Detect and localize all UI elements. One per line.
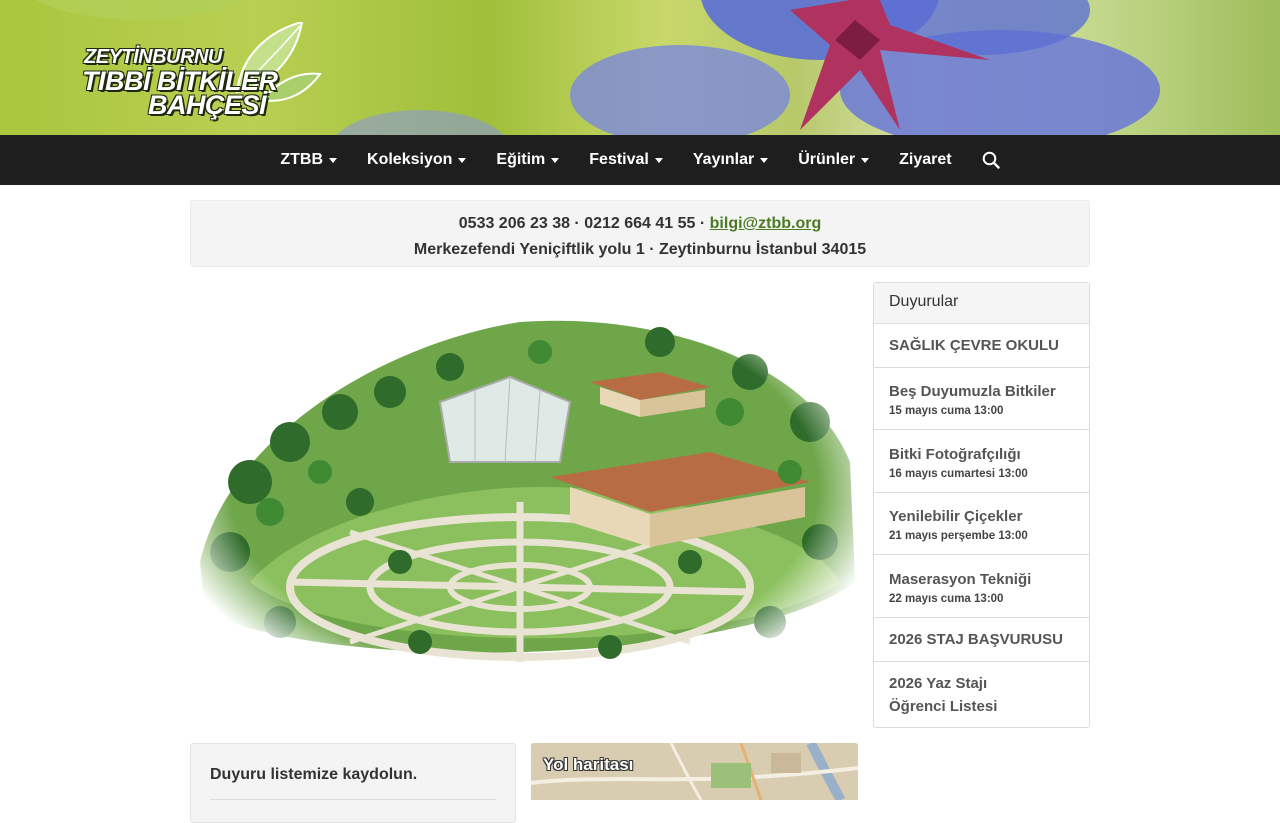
announcement-title: Maserasyon Tekniği <box>889 570 1032 588</box>
nav-festival[interactable]: Festival <box>574 135 678 185</box>
announcement-title: Beş Duyumuzla Bitkiler <box>889 383 1056 400</box>
announcement-item[interactable]: SAĞLIK ÇEVRE OKULU <box>874 324 1089 368</box>
announcement-date: 16 mayıs cumartesi 13:00 <box>889 467 1028 480</box>
panel-title: Duyurular <box>874 283 1089 324</box>
nav-yayinlar[interactable]: Yayınlar <box>678 135 783 185</box>
nav-label: ZTBB <box>280 151 324 168</box>
announcement-title: SAĞLIK ÇEVRE OKULU <box>889 337 1060 354</box>
garden-illustration <box>190 282 858 692</box>
caret-down-icon <box>760 157 769 163</box>
announcement-date: 22 mayıs cuma 13:00 <box>889 592 1004 605</box>
announcement-item[interactable]: Beş Duyumuzla Bitkiler 15 mayıs cuma 13:… <box>874 368 1089 430</box>
announcement-item[interactable]: Bitki Fotoğrafçılığı 16 mayıs cumartesi … <box>874 430 1089 493</box>
search-icon <box>982 151 1000 169</box>
subscribe-title: Duyuru listemize kaydolun. <box>210 766 418 783</box>
nav-ziyaret[interactable]: Ziyaret <box>884 135 966 185</box>
announcements-panel: Duyurular SAĞLIK ÇEVRE OKULU Beş Duyumuz… <box>873 282 1090 728</box>
caret-down-icon <box>329 157 338 163</box>
nav-label: Ürünler <box>798 151 856 168</box>
announcement-item[interactable]: Maserasyon Tekniği 22 mayıs cuma 13:00 <box>874 555 1089 618</box>
contact-phones: 0533 206 23 38 · 0212 664 41 55 · <box>458 215 706 232</box>
road-map-image[interactable]: Yol haritası <box>531 743 858 800</box>
nav-koleksiyon[interactable]: Koleksiyon <box>352 135 481 185</box>
nav-label: Ziyaret <box>899 151 952 168</box>
logo[interactable]: ZEYTİNBURNU TIBBİ BİTKİLER BAHÇESİ <box>82 22 322 122</box>
contact-phones-line: 0533 206 23 38 · 0212 664 41 55 · bilgi@… <box>191 211 1089 237</box>
map-label: Yol haritası <box>543 755 634 774</box>
contact-email-link[interactable]: bilgi@ztbb.org <box>710 215 822 232</box>
announcement-item[interactable]: 2026 STAJ BAŞVURUSU <box>874 618 1089 662</box>
announcement-title: Bitki Fotoğrafçılığı <box>889 445 1021 463</box>
announcement-item[interactable]: 2026 Yaz Stajı Öğrenci Listesi <box>874 662 1089 727</box>
announcement-date: 21 mayıs perşembe 13:00 <box>889 530 1028 542</box>
caret-down-icon <box>654 157 663 163</box>
header-banner: ZEYTİNBURNU TIBBİ BİTKİLER BAHÇESİ <box>0 0 1280 135</box>
contact-address: Merkezefendi Yeniçiftlik yolu 1 · Zeytin… <box>413 241 867 258</box>
nav-label: Yayınlar <box>692 151 755 168</box>
logo-line-3: BAHÇESİ <box>148 90 267 120</box>
subscribe-box: Duyuru listemize kaydolun. <box>190 743 516 823</box>
announcement-title: 2026 STAJ BAŞVURUSU <box>889 631 1063 648</box>
nav-label: Eğitim <box>496 151 546 168</box>
nav-ztbb[interactable]: ZTBB <box>265 135 352 185</box>
contact-info: 0533 206 23 38 · 0212 664 41 55 · bilgi@… <box>190 200 1090 267</box>
caret-down-icon <box>861 157 870 163</box>
announcement-title: 2026 Yaz Stajı Öğrenci Listesi <box>889 674 998 715</box>
nav-label: Koleksiyon <box>367 151 453 168</box>
announcement-item[interactable]: Yenilebilir Çiçekler 21 mayıs perşembe 1… <box>874 493 1089 555</box>
nav-urunler[interactable]: Ürünler <box>783 135 884 185</box>
nav-egitim[interactable]: Eğitim <box>481 135 574 185</box>
search-button[interactable] <box>967 135 1015 185</box>
caret-down-icon <box>458 157 467 163</box>
main-navbar: ZTBB Koleksiyon Eğitim Festival Yayınlar… <box>0 135 1280 185</box>
nav-label: Festival <box>589 151 649 168</box>
caret-down-icon <box>551 157 560 163</box>
announcement-title: Yenilebilir Çiçekler <box>889 508 1023 525</box>
announcement-date: 15 mayıs cuma 13:00 <box>889 405 1004 417</box>
